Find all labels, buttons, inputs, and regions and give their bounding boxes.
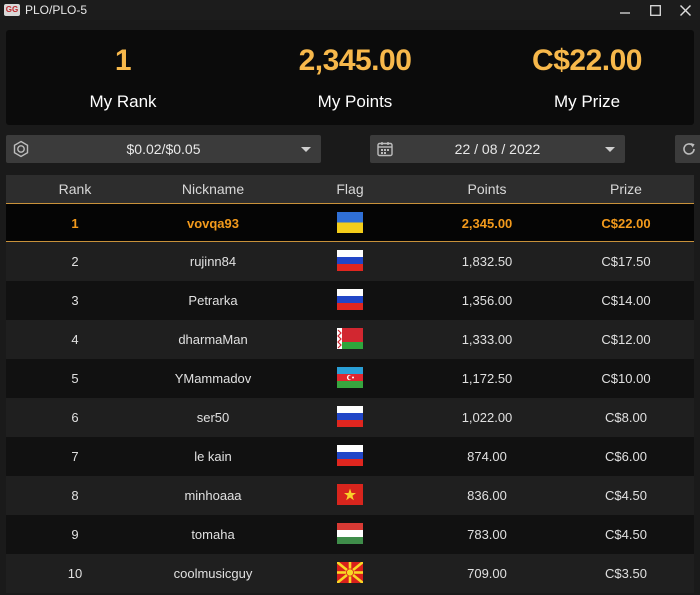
nickname-cell: rujinn84 [189,254,237,269]
points-cell: 783.00 [467,527,507,542]
calendar-icon [376,140,394,158]
prize-cell: C$22.00 [601,216,651,231]
table-row[interactable]: 3 Petrarka 1,356.00 C$14.00 [6,281,694,320]
my-points-value: 2,345.00 [298,44,412,77]
ukraine-flag-icon [337,212,363,233]
my-prize-label: My Prize [553,92,621,111]
my-rank-label: My Rank [89,92,157,111]
nickname-cell: vovqa93 [186,216,240,231]
points-cell: 1,172.50 [461,371,513,386]
column-header-rank[interactable]: Rank [36,175,114,203]
azerbaijan-flag-icon [337,367,363,388]
rank-cell: 10 [67,566,83,581]
column-header-nickname[interactable]: Nickname [136,175,290,203]
summary-panel: 1 My Rank 2,345.00 My Points C$22.00 My … [6,30,694,125]
table-row[interactable]: 10 coolmusicguy 709.00 C$3.50 [6,554,694,593]
points-cell: 1,356.00 [461,293,513,308]
points-cell: 1,022.00 [461,410,513,425]
table-header: Rank Nickname Flag Points Prize [6,175,694,203]
prize-cell: C$3.50 [605,566,647,581]
refresh-icon [683,143,695,155]
russia-flag-icon [337,250,363,271]
my-rank-value: 1 [114,44,132,77]
russia-flag-icon [337,406,363,427]
stakes-select[interactable]: $0.02/$0.05 [6,135,321,163]
nickname-cell: dharmaMan [178,332,248,347]
chevron-down-icon [301,147,311,152]
stakes-select-value: $0.02/$0.05 [126,141,201,157]
minimize-icon [620,12,630,14]
table-row[interactable]: 4 dharmaMan 1,333.00 C$12.00 [6,320,694,359]
north-macedonia-flag-icon [337,562,363,583]
date-select-value: 22 / 08 / 2022 [454,141,541,157]
rank-cell: 2 [71,254,79,269]
column-header-prize[interactable]: Prize [566,175,686,203]
rank-cell: 8 [71,488,79,503]
prize-cell: C$12.00 [601,332,651,347]
window-controls [610,0,700,20]
prize-cell: C$10.00 [601,371,651,386]
table-row[interactable]: 6 ser50 1,022.00 C$8.00 [6,398,694,437]
table-row[interactable]: 7 le kain 874.00 C$6.00 [6,437,694,476]
hungary-flag-icon [337,523,363,544]
date-select[interactable]: 22 / 08 / 2022 [370,135,625,163]
prize-cell: C$17.50 [601,254,651,269]
table-row-current-user[interactable]: 1 vovqa93 2,345.00 C$22.00 [6,203,694,242]
prize-cell: C$4.50 [605,527,647,542]
prize-cell: C$8.00 [605,410,647,425]
rank-cell: 5 [71,371,79,386]
rank-cell: 3 [71,293,79,308]
nickname-cell: ser50 [196,410,230,425]
rank-cell: 6 [71,410,79,425]
belarus-flag-icon [337,328,363,349]
table-row[interactable]: 5 YMammadov 1,172.50 C$10.00 [6,359,694,398]
prize-cell: C$4.50 [605,488,647,503]
vietnam-flag-icon [337,484,363,505]
table-row[interactable]: 9 tomaha 783.00 C$4.50 [6,515,694,554]
points-cell: 836.00 [467,488,507,503]
rank-cell: 7 [71,449,79,464]
my-prize-value: C$22.00 [532,44,642,77]
nickname-cell: tomaha [191,527,235,542]
my-points-label: My Points [317,92,393,111]
table-row[interactable]: 8 minhoaaa 836.00 C$4.50 [6,476,694,515]
russia-flag-icon [337,289,363,310]
nickname-cell: le kain [194,449,232,464]
points-cell: 1,333.00 [461,332,513,347]
points-cell: 874.00 [467,449,507,464]
table-row[interactable]: 2 rujinn84 1,832.50 C$17.50 [6,242,694,281]
minimize-button[interactable] [610,0,640,20]
rank-cell: 9 [71,527,79,542]
russia-flag-icon [337,445,363,466]
points-cell: 709.00 [467,566,507,581]
points-cell: 2,345.00 [461,216,513,231]
nickname-cell: YMammadov [174,371,252,386]
column-header-flag[interactable]: Flag [320,175,380,203]
points-cell: 1,832.50 [461,254,513,269]
chip-icon [12,140,30,158]
close-button[interactable] [670,0,700,20]
rank-cell: 4 [71,332,79,347]
nickname-cell: minhoaaa [184,488,242,503]
column-header-points[interactable]: Points [426,175,548,203]
title-bar: GG PLO/PLO-5 [0,0,700,20]
chevron-down-icon [605,147,615,152]
close-icon [679,4,691,16]
window-title: PLO/PLO-5 [25,3,88,17]
rank-cell: 1 [71,216,79,231]
maximize-icon [649,4,661,16]
app-logo: GG [4,4,20,16]
refresh-button[interactable] [675,135,700,163]
nickname-cell: coolmusicguy [173,566,253,581]
nickname-cell: Petrarka [188,293,238,308]
maximize-button[interactable] [640,0,670,20]
prize-cell: C$6.00 [605,449,647,464]
prize-cell: C$14.00 [601,293,651,308]
